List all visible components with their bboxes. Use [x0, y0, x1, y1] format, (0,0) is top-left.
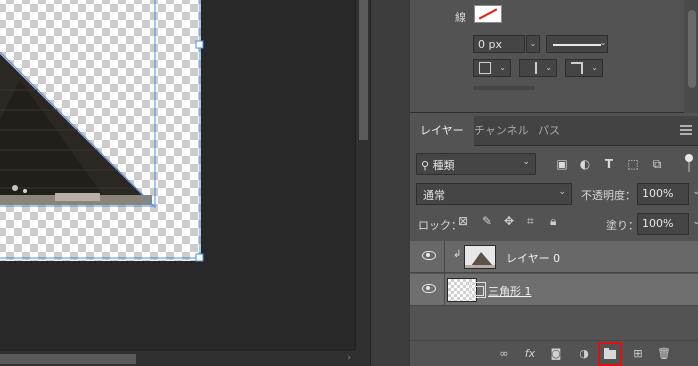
mask-icon[interactable]: ◙ [548, 346, 564, 362]
folder-icon [604, 348, 616, 359]
ground-dot [12, 185, 18, 191]
tab-paths[interactable]: パス [528, 116, 570, 146]
lock-image-icon[interactable]: ✎ [482, 214, 492, 228]
chevron-down-icon: ⌄ [522, 157, 530, 167]
visibility-eye-icon[interactable] [422, 284, 436, 293]
opacity-value: 100% [642, 187, 674, 200]
fill-label: 塗り： [606, 219, 639, 232]
line-caps-icon [525, 62, 537, 74]
smart-object-filter-icon[interactable]: ⧉ [649, 156, 665, 172]
fx-icon[interactable]: fx [522, 346, 538, 362]
lock-position-icon[interactable]: ✥ [504, 214, 514, 228]
canvas-area[interactable] [0, 0, 355, 350]
stroke-caps-dropdown[interactable]: ⌄ [519, 59, 557, 77]
chevron-down-icon: ⌄ [545, 63, 552, 72]
scroll-thumb[interactable] [0, 354, 136, 364]
chevron-down-icon: ⌄ [499, 63, 506, 72]
adjustment-filter-icon[interactable]: ◐ [577, 156, 593, 172]
layers-bottom-toolbar: ∞ fx ◙ ◑ ⊞ 🗑︎ [410, 340, 698, 366]
search-icon: ⚲ [421, 159, 433, 172]
stroke-color-swatch[interactable] [474, 5, 502, 23]
opacity-input[interactable]: 100% ⌄ [637, 183, 698, 205]
chevron-down-icon: ⌄ [591, 63, 598, 72]
layer-thumbnail[interactable] [464, 245, 496, 269]
thumb-ground [465, 265, 495, 268]
chevron-down-icon[interactable]: ⌄ [596, 35, 610, 53]
scroll-thumb[interactable] [359, 0, 368, 140]
layer-row[interactable]: ↲ レイヤー 0 [410, 241, 698, 273]
photoshop-window: › 線 0 px ⌄ ⌄ ⌄ ⌄ ⌄ レイヤー チャンネル パス ⚲ 種類 ⌄ [0, 0, 698, 366]
ground-dot [23, 189, 27, 193]
transform-handle [195, 253, 204, 262]
properties-slider[interactable] [473, 86, 535, 90]
shape-layer-icon [470, 282, 486, 298]
layer-name[interactable]: 三角形 1 [488, 283, 532, 299]
stroke-align-dropdown[interactable]: ⌄ [473, 59, 511, 77]
layer-filter-dropdown[interactable]: ⚲ 種類 ⌄ [416, 153, 536, 175]
chevron-down-icon[interactable]: ⌄ [692, 217, 698, 227]
line-corners-icon [571, 62, 583, 74]
clipping-arrow-icon: ↲ [453, 249, 462, 260]
pixel-filter-icon[interactable]: ▣ [554, 156, 570, 172]
layers-panel-tabs: レイヤー チャンネル パス [410, 116, 698, 146]
scroll-corner [355, 350, 370, 366]
fill-input[interactable]: 100% ⌄ [637, 213, 698, 235]
layer-name[interactable]: レイヤー 0 [506, 250, 560, 266]
lock-label: ロック： [418, 219, 462, 232]
stroke-corners-dropdown[interactable]: ⌄ [565, 59, 603, 77]
panel-gutter [370, 0, 410, 366]
type-filter-icon[interactable]: T [601, 156, 617, 172]
properties-scrollbar[interactable] [684, 0, 698, 113]
transform-handle [195, 40, 204, 49]
right-panel: 線 0 px ⌄ ⌄ ⌄ ⌄ ⌄ レイヤー チャンネル パス ⚲ 種類 ⌄ ▣ … [410, 0, 698, 366]
align-inside-icon [479, 62, 491, 74]
trash-icon[interactable]: 🗑︎ [656, 346, 672, 362]
lock-all-icon[interactable]: 🔒︎ [550, 214, 556, 229]
chevron-down-icon[interactable]: ⌄ [692, 187, 698, 197]
link-icon[interactable]: ∞ [496, 346, 512, 362]
canvas-horizontal-scrollbar[interactable]: › [0, 350, 355, 366]
blend-mode-dropdown[interactable]: 通常 ⌄ [416, 183, 572, 205]
layer-row[interactable]: 三角形 1 [410, 274, 698, 306]
fill-value: 100% [642, 217, 674, 230]
pyramid-thumbnail [465, 246, 495, 268]
filter-toggle[interactable] [685, 154, 693, 174]
divider [444, 274, 445, 306]
layers-list: ↲ レイヤー 0 三角形 1 [410, 239, 698, 339]
divider [444, 241, 445, 273]
new-layer-icon[interactable]: ⊞ [630, 346, 646, 362]
canvas-vertical-scrollbar[interactable] [355, 0, 370, 350]
opacity-label: 不透明度： [581, 189, 636, 202]
canvas-artwork [0, 0, 204, 262]
filter-label: 種類 [432, 159, 455, 172]
adjustment-icon[interactable]: ◑ [576, 346, 592, 362]
properties-panel: 線 0 px ⌄ ⌄ ⌄ ⌄ ⌄ [410, 0, 698, 113]
pyramid-buildings [55, 193, 100, 201]
panel-menu-icon[interactable] [680, 125, 692, 135]
scroll-thumb[interactable] [688, 10, 696, 88]
visibility-eye-icon[interactable] [422, 251, 436, 260]
shape-filter-icon[interactable]: ⬚ [625, 156, 641, 172]
stroke-label: 線 [455, 11, 466, 24]
scroll-right-icon[interactable]: › [347, 353, 351, 363]
lock-artboard-icon[interactable]: ⌗ [527, 214, 534, 229]
blend-mode-value: 通常 [423, 189, 445, 202]
new-group-icon[interactable] [598, 342, 622, 366]
stroke-width-input[interactable]: 0 px [473, 35, 525, 53]
lock-transparent-icon[interactable]: ⊠ [458, 214, 468, 228]
stroke-width-dropdown[interactable]: ⌄ [526, 35, 540, 53]
chevron-down-icon: ⌄ [558, 187, 566, 197]
